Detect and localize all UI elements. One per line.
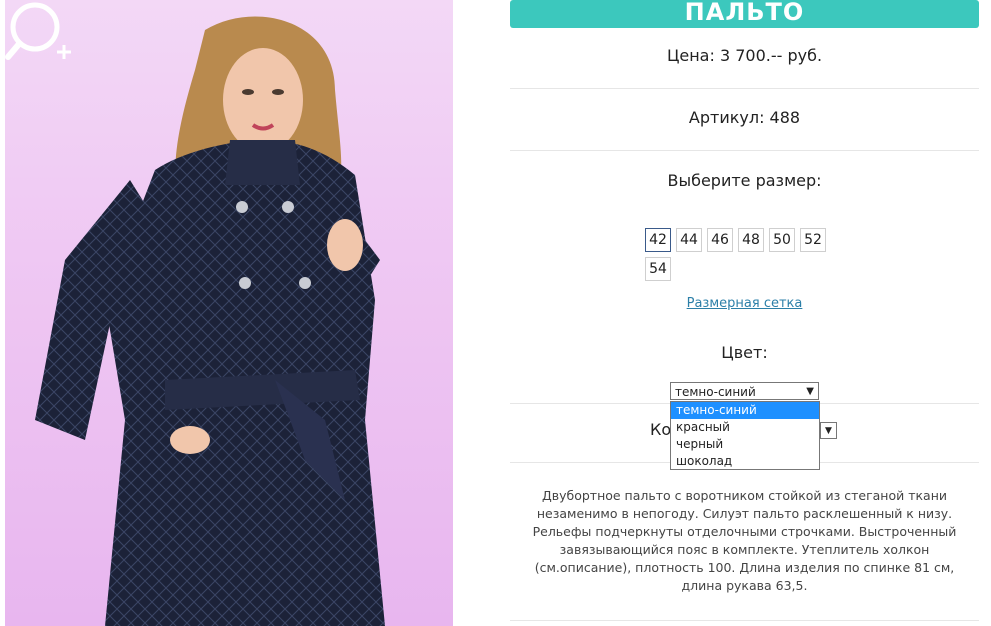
article-number: Артикул: 488 <box>688 108 801 127</box>
size-option-54[interactable]: 54 <box>645 257 671 281</box>
size-option-42[interactable]: 42 <box>645 228 671 252</box>
product-info: ПАЛЬТО Цена: 3 700.-- руб. Артикул: 488 … <box>510 0 979 621</box>
product-description: Двубортное пальто с воротником стойкой и… <box>532 488 957 593</box>
product-photo[interactable] <box>5 0 453 626</box>
product-title: ПАЛЬТО <box>510 0 979 28</box>
color-option[interactable]: черный <box>671 436 819 453</box>
size-option-48[interactable]: 48 <box>738 228 764 252</box>
model-illustration <box>35 16 385 626</box>
size-option-44[interactable]: 44 <box>676 228 702 252</box>
zoom-in-icon[interactable] <box>5 0 75 62</box>
divider <box>510 620 979 621</box>
quantity-label: Ко <box>650 420 672 439</box>
divider <box>510 88 979 89</box>
color-select[interactable]: темно-синий ▼ <box>670 382 819 400</box>
color-select-value: темно-синий <box>675 385 756 399</box>
color-dropdown-list[interactable]: темно-синий красный черный шоколад <box>670 401 820 470</box>
size-option-52[interactable]: 52 <box>800 228 826 252</box>
color-option[interactable]: шоколад <box>671 453 819 470</box>
dropdown-arrow-icon: ▼ <box>806 386 814 397</box>
color-option[interactable]: красный <box>671 419 819 436</box>
size-chart-link[interactable]: Размерная сетка <box>510 296 979 311</box>
color-label: Цвет: <box>721 343 768 362</box>
size-prompt: Выберите размер: <box>667 171 822 190</box>
price: Цена: 3 700.-- руб. <box>666 46 823 65</box>
size-option-50[interactable]: 50 <box>769 228 795 252</box>
color-option[interactable]: темно-синий <box>671 402 819 419</box>
size-option-46[interactable]: 46 <box>707 228 733 252</box>
quantity-select-arrow-icon[interactable]: ▼ <box>820 422 837 439</box>
divider <box>510 150 979 151</box>
